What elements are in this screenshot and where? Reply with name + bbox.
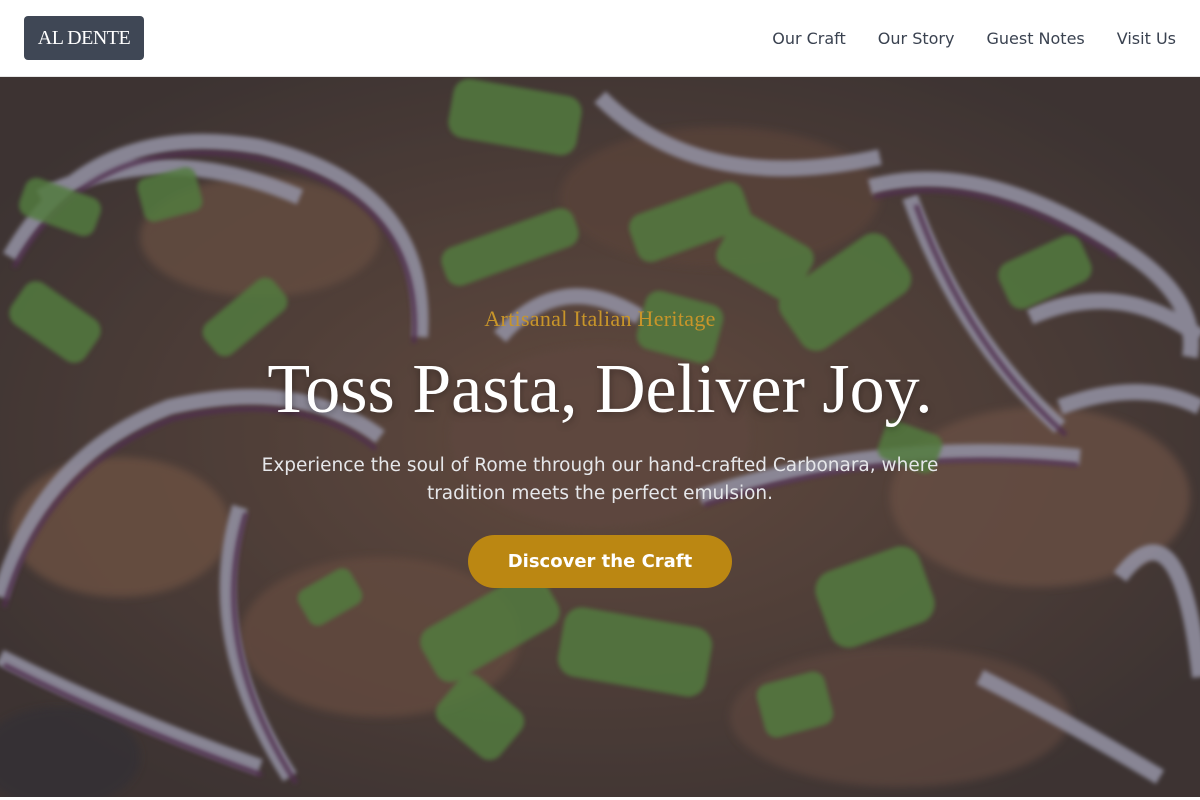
nav-link-visit-us[interactable]: Visit Us: [1117, 29, 1176, 48]
nav-link-our-craft[interactable]: Our Craft: [772, 29, 846, 48]
site-header: AL DENTE Our Craft Our Story Guest Notes…: [0, 0, 1200, 77]
hero-eyebrow: Artisanal Italian Heritage: [484, 306, 716, 331]
nav-link-guest-notes[interactable]: Guest Notes: [986, 29, 1084, 48]
hero-subhead: Experience the soul of Rome through our …: [261, 455, 939, 504]
hero-headline: Toss Pasta, Deliver Joy.: [267, 351, 933, 428]
logo-text: AL DENTE: [37, 26, 131, 49]
nav-link-our-story[interactable]: Our Story: [878, 29, 955, 48]
hero-section: Artisanal Italian Heritage Toss Pasta, D…: [0, 77, 1200, 797]
hero-content: Artisanal Italian Heritage Toss Pasta, D…: [0, 77, 1200, 797]
discover-the-craft-button[interactable]: Discover the Craft: [468, 535, 732, 588]
logo[interactable]: AL DENTE: [24, 16, 144, 60]
main-nav: Our Craft Our Story Guest Notes Visit Us: [772, 29, 1176, 48]
